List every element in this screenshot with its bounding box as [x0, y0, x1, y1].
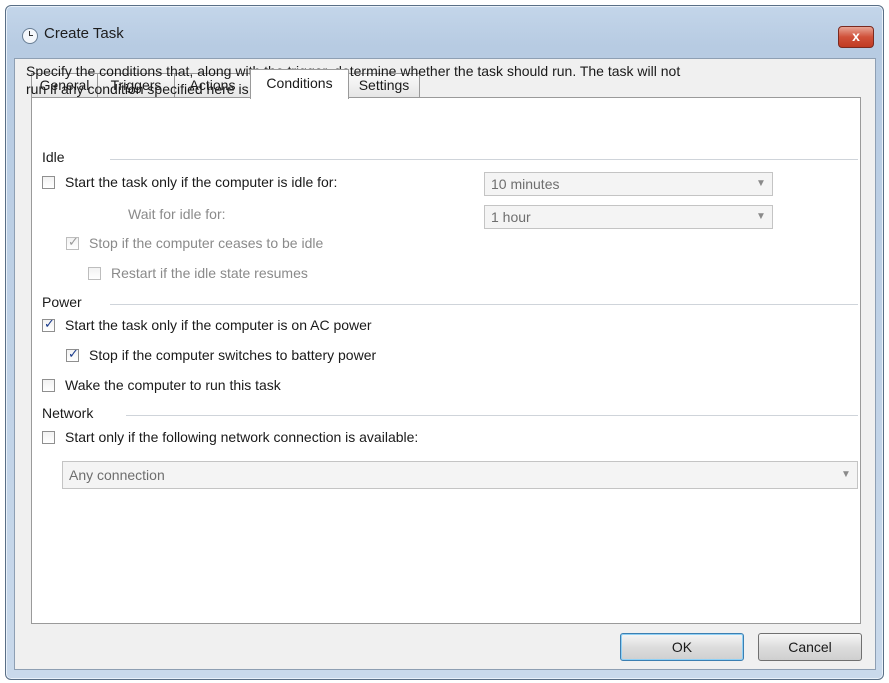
idle-heading: Idle	[42, 149, 65, 165]
tab-conditions[interactable]: Conditions	[250, 69, 349, 99]
title-bar[interactable]: Create Task x	[6, 6, 883, 62]
network-heading: Network	[42, 405, 94, 421]
battery-stop-label: Stop if the computer switches to battery…	[89, 347, 377, 363]
chevron-down-icon: ▼	[841, 469, 851, 480]
start-if-idle-label: Start the task only if the computer is i…	[65, 174, 338, 190]
start-if-idle-row[interactable]: Start the task only if the computer is i…	[42, 174, 337, 190]
start-if-idle-checkbox[interactable]	[42, 175, 55, 189]
idle-duration-value: 10 minutes	[491, 176, 560, 192]
wait-for-idle-select[interactable]: 1 hour ▼	[484, 205, 773, 229]
network-condition-checkbox[interactable]	[42, 430, 55, 444]
chevron-down-icon: ▼	[756, 178, 766, 189]
restart-if-resumes-row[interactable]: Restart if the idle state resumes	[88, 265, 308, 281]
wake-computer-label: Wake the computer to run this task	[65, 377, 281, 393]
wait-for-idle-row: Wait for idle for:	[128, 206, 226, 222]
stop-if-ceases-checkbox[interactable]	[66, 234, 79, 250]
battery-stop-row[interactable]: Stop if the computer switches to battery…	[66, 346, 377, 363]
conditions-description: Specify the conditions that, along with …	[26, 62, 846, 98]
create-task-window: Create Task x General Triggers Actions C…	[5, 5, 884, 680]
clock-icon	[22, 28, 38, 44]
power-heading: Power	[42, 294, 82, 310]
idle-duration-select[interactable]: 10 minutes ▼	[484, 172, 773, 196]
dialog-client-area: General Triggers Actions Conditions Sett…	[14, 58, 876, 670]
network-divider	[126, 415, 858, 416]
wake-computer-row[interactable]: Wake the computer to run this task	[42, 377, 281, 393]
ok-button[interactable]: OK	[620, 633, 744, 661]
power-divider	[110, 304, 858, 305]
cancel-button[interactable]: Cancel	[758, 633, 862, 661]
ac-power-checkbox[interactable]	[42, 316, 55, 332]
description-line-2: run if any condition specified here is n…	[26, 81, 304, 97]
close-button[interactable]: x	[838, 26, 874, 48]
wait-for-idle-label: Wait for idle for:	[128, 206, 226, 222]
ac-power-row[interactable]: Start the task only if the computer is o…	[42, 316, 372, 333]
wake-computer-checkbox[interactable]	[42, 378, 55, 392]
stop-if-ceases-label: Stop if the computer ceases to be idle	[89, 235, 324, 251]
description-line-1: Specify the conditions that, along with …	[26, 63, 681, 79]
restart-if-resumes-label: Restart if the idle state resumes	[111, 265, 308, 281]
restart-if-resumes-checkbox[interactable]	[88, 266, 101, 280]
network-connection-value: Any connection	[69, 467, 165, 483]
idle-divider	[110, 159, 858, 160]
window-title: Create Task	[44, 25, 124, 42]
stop-if-ceases-row[interactable]: Stop if the computer ceases to be idle	[66, 234, 324, 251]
network-condition-row[interactable]: Start only if the following network conn…	[42, 429, 418, 445]
chevron-down-icon: ▼	[756, 211, 766, 222]
network-condition-label: Start only if the following network conn…	[65, 429, 419, 445]
ac-power-label: Start the task only if the computer is o…	[65, 317, 372, 333]
battery-stop-checkbox[interactable]	[66, 346, 79, 362]
network-connection-select[interactable]: Any connection ▼	[62, 461, 858, 489]
wait-for-idle-value: 1 hour	[491, 209, 531, 225]
